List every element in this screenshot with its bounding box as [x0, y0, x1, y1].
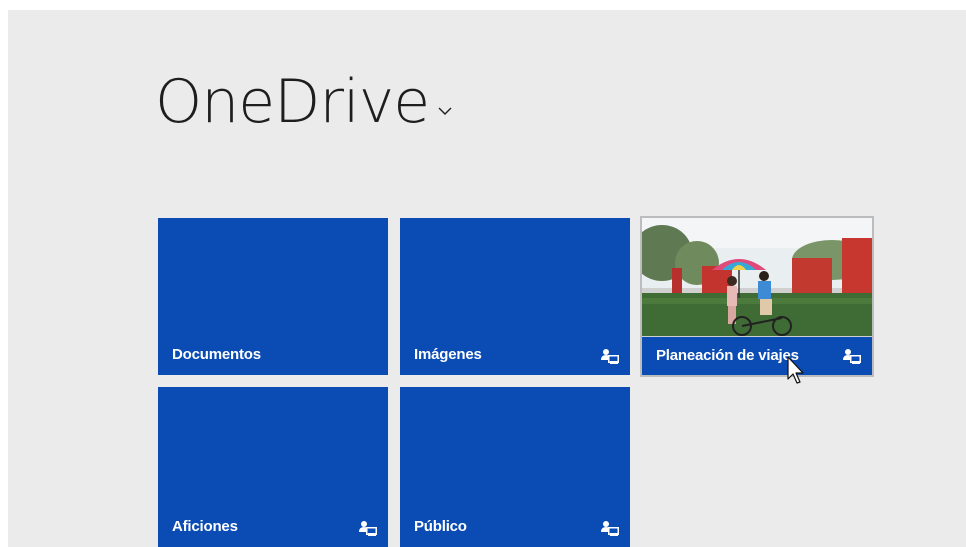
folder-label: Aficiones — [172, 518, 238, 535]
folder-label-bar: Planeación de viajes — [642, 337, 872, 375]
folder-tile-documentos[interactable]: Documentos — [158, 218, 388, 375]
onedrive-app: OneDrive Documentos Imágenes Planeación … — [8, 10, 966, 547]
folder-label: Público — [414, 518, 467, 535]
page-title: OneDrive — [155, 67, 430, 137]
chevron-down-icon[interactable] — [437, 101, 453, 115]
folder-label: Documentos — [172, 346, 261, 363]
folder-tile-planeacion-de-viajes[interactable]: Planeación de viajes — [640, 216, 874, 377]
onedrive-header-menu[interactable]: OneDrive — [155, 72, 453, 132]
folder-tile-imagenes[interactable]: Imágenes — [400, 218, 630, 375]
folder-thumbnail-image — [642, 218, 872, 336]
shared-folder-icon — [358, 519, 378, 537]
folder-label: Planeación de viajes — [656, 347, 799, 364]
folder-label: Imágenes — [414, 346, 482, 363]
shared-folder-icon — [842, 347, 862, 365]
folder-tile-aficiones[interactable]: Aficiones — [158, 387, 388, 547]
folder-tile-publico[interactable]: Público — [400, 387, 630, 547]
shared-folder-icon — [600, 519, 620, 537]
shared-folder-icon — [600, 347, 620, 365]
